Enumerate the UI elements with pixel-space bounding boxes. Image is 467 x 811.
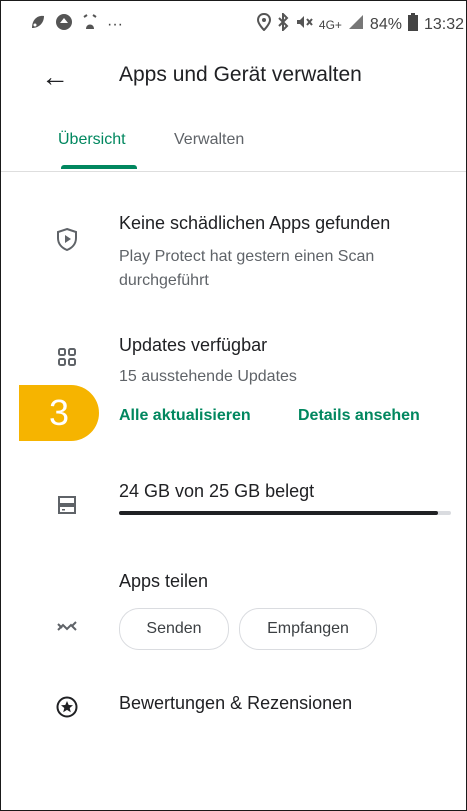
ratings-section[interactable]: Bewertungen & Rezensionen — [1, 691, 466, 725]
share-swap-icon — [55, 615, 79, 639]
status-overflow: ··· — [107, 15, 123, 33]
storage-label: 24 GB von 25 GB belegt — [119, 481, 315, 501]
apps-grid-icon — [55, 345, 79, 369]
back-arrow-icon[interactable]: ← — [41, 61, 69, 93]
update-all-button[interactable]: Alle aktualisieren — [119, 407, 251, 425]
tab-manage[interactable]: Verwalten — [174, 131, 244, 149]
drive-icon — [55, 13, 73, 36]
tab-bar: Übersicht Verwalten — [1, 119, 466, 172]
network-type: 4G+ — [318, 17, 342, 32]
share-apps-title: Apps teilen — [119, 571, 209, 591]
signal-icon — [348, 14, 364, 35]
storage-usage-fill — [119, 511, 438, 515]
status-right: 4G+ 84% 13:32 — [256, 11, 464, 36]
view-details-button[interactable]: Details ansehen — [298, 407, 420, 425]
battery-percent: 84% — [369, 15, 402, 33]
play-protect-section[interactable]: Keine schädlichen Apps gefunden Play Pro… — [1, 209, 466, 299]
mute-icon — [295, 13, 313, 36]
play-protect-subtitle: Play Protect hat gestern einen Scan durc… — [119, 248, 375, 289]
star-circle-icon — [55, 695, 79, 719]
screen: ··· 4G+ 84% 13:32 ← Apps und Gerät verwa… — [0, 0, 467, 811]
step-number-badge: 3 — [19, 385, 99, 441]
location-icon — [256, 12, 271, 36]
shield-play-icon — [55, 227, 79, 251]
storage-icon — [55, 493, 79, 517]
alarm-clock-icon — [81, 13, 99, 36]
status-bar: ··· 4G+ 84% 13:32 — [1, 1, 466, 45]
updates-subtitle: 15 ausstehende Updates — [119, 368, 297, 385]
active-tab-indicator — [61, 165, 137, 169]
share-apps-section: Apps teilen — [1, 569, 466, 659]
receive-button[interactable]: Empfangen — [239, 608, 377, 650]
ratings-title: Bewertungen & Rezensionen — [119, 693, 353, 713]
app-bar: ← Apps und Gerät verwalten — [1, 45, 466, 105]
send-button[interactable]: Senden — [119, 608, 229, 650]
tab-overview[interactable]: Übersicht — [58, 131, 126, 149]
battery-icon — [407, 13, 418, 36]
storage-section[interactable]: 24 GB von 25 GB belegt — [1, 479, 466, 523]
status-left: ··· — [29, 13, 123, 36]
storage-usage-bar — [119, 511, 451, 515]
clock-time: 13:32 — [423, 15, 464, 33]
page-title: Apps und Gerät verwalten — [119, 63, 362, 86]
settings-leaf-icon — [29, 13, 47, 36]
bluetooth-icon — [277, 11, 289, 36]
updates-title: Updates verfügbar — [119, 335, 268, 355]
play-protect-title: Keine schädlichen Apps gefunden — [119, 213, 391, 233]
